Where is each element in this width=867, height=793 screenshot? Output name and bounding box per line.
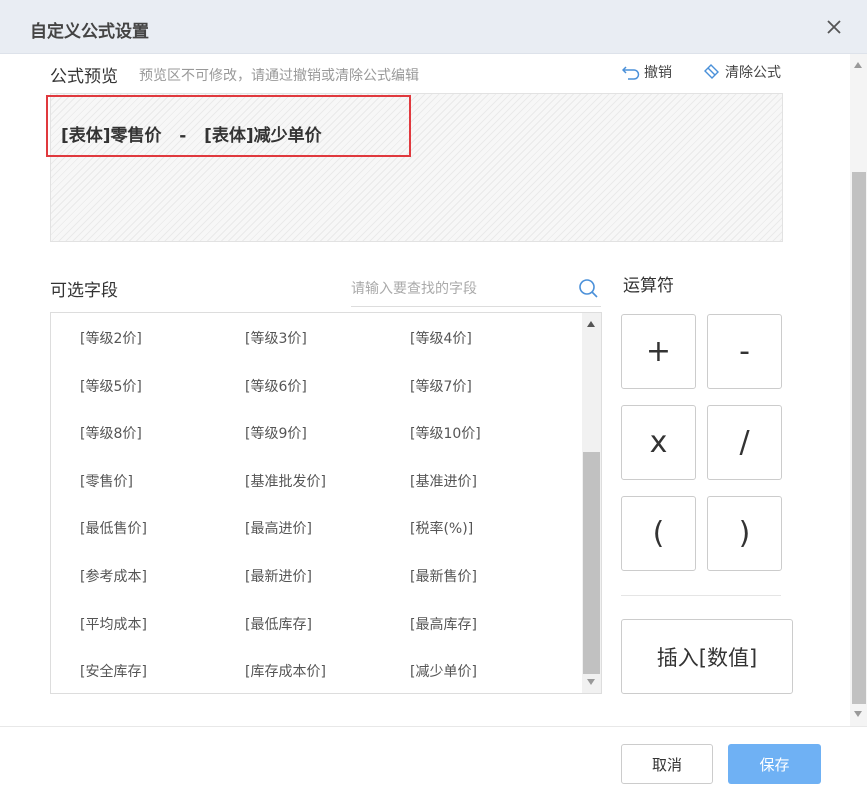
field-item[interactable]: [最低库存] [245, 614, 410, 662]
undo-button[interactable]: 撤销 [622, 62, 672, 82]
field-item[interactable]: [平均成本] [80, 614, 245, 662]
field-row: [最低售价] [最高进价] [税率(%)] [80, 518, 575, 566]
field-item[interactable]: [税率(%)] [410, 518, 575, 566]
field-item[interactable]: [等级10价] [410, 423, 575, 471]
field-item[interactable]: [等级9价] [245, 423, 410, 471]
dialog-title: 自定义公式设置 [30, 22, 149, 42]
fields-label: 可选字段 [50, 281, 118, 301]
field-row: [等级8价] [等级9价] [等级10价] [80, 423, 575, 471]
field-item[interactable]: [等级2价] [80, 328, 245, 376]
field-row: [参考成本] [最新进价] [最新售价] [80, 566, 575, 614]
field-row: [安全库存] [库存成本价] [减少单价] [80, 661, 575, 693]
field-row: [等级2价] [等级3价] [等级4价] [80, 328, 575, 376]
field-row: [等级5价] [等级6价] [等级7价] [80, 376, 575, 424]
formula-text: [表体]零售价 - [表体]减少单价 [61, 126, 322, 146]
field-grid: [等级2价] [等级3价] [等级4价] [等级5价] [等级6价] [等级7价] [等级8… [80, 328, 575, 693]
field-item[interactable]: [等级4价] [410, 328, 575, 376]
field-search [351, 276, 601, 307]
preview-hint: 预览区不可修改，请通过撤销或清除公式编辑 [139, 68, 419, 84]
field-item[interactable]: [最高库存] [410, 614, 575, 662]
field-item[interactable]: [库存成本价] [245, 661, 410, 693]
search-icon[interactable] [577, 277, 599, 299]
operators-divider [621, 595, 781, 596]
field-item[interactable]: [减少单价] [410, 661, 575, 693]
list-scrollbar-thumb[interactable] [583, 452, 600, 674]
field-item[interactable]: [零售价] [80, 471, 245, 519]
list-scroll-up-icon[interactable] [587, 321, 595, 327]
left-paren-button[interactable]: ( [621, 496, 696, 571]
field-item[interactable]: [最新售价] [410, 566, 575, 614]
field-row: [平均成本] [最低库存] [最高库存] [80, 614, 575, 662]
field-item[interactable]: [参考成本] [80, 566, 245, 614]
right-paren-button[interactable]: ) [707, 496, 782, 571]
close-icon[interactable] [822, 15, 846, 39]
field-item[interactable]: [基准进价] [410, 471, 575, 519]
eraser-icon [704, 64, 719, 79]
field-row: [零售价] [基准批发价] [基准进价] [80, 471, 575, 519]
undo-label: 撤销 [644, 65, 672, 81]
field-item[interactable]: [基准批发价] [245, 471, 410, 519]
minus-button[interactable]: - [707, 314, 782, 389]
field-item[interactable]: [等级5价] [80, 376, 245, 424]
plus-button[interactable]: + [621, 314, 696, 389]
cancel-button[interactable]: 取消 [621, 744, 713, 784]
field-item[interactable]: [最高进价] [245, 518, 410, 566]
field-item[interactable]: [等级7价] [410, 376, 575, 424]
field-item[interactable]: [最低售价] [80, 518, 245, 566]
field-search-input[interactable] [351, 276, 571, 302]
operators-label: 运算符 [623, 276, 674, 296]
save-button[interactable]: 保存 [728, 744, 821, 784]
field-list: [等级2价] [等级3价] [等级4价] [等级5价] [等级6价] [等级7价] [等级8… [50, 312, 602, 694]
scrollbar-thumb[interactable] [852, 172, 866, 704]
field-item[interactable]: [等级8价] [80, 423, 245, 471]
field-item[interactable]: [安全库存] [80, 661, 245, 693]
multiply-button[interactable]: x [621, 405, 696, 480]
divide-button[interactable]: / [707, 405, 782, 480]
list-scroll-down-icon[interactable] [587, 679, 595, 685]
dialog-titlebar: 自定义公式设置 [0, 0, 867, 54]
field-item[interactable]: [等级3价] [245, 328, 410, 376]
footer-divider [0, 726, 867, 727]
field-list-scrollbar[interactable] [582, 313, 601, 693]
field-item[interactable]: [等级6价] [245, 376, 410, 424]
dialog-scrollbar[interactable] [850, 54, 867, 726]
undo-icon [622, 66, 640, 80]
insert-number-button[interactable]: 插入[数值] [621, 619, 793, 694]
scroll-down-arrow-icon[interactable] [854, 711, 862, 717]
scroll-up-arrow-icon[interactable] [854, 62, 862, 68]
field-item[interactable]: [最新进价] [245, 566, 410, 614]
clear-formula-button[interactable]: 清除公式 [703, 62, 781, 82]
preview-label: 公式预览 [50, 67, 118, 87]
clear-formula-label: 清除公式 [725, 65, 781, 81]
